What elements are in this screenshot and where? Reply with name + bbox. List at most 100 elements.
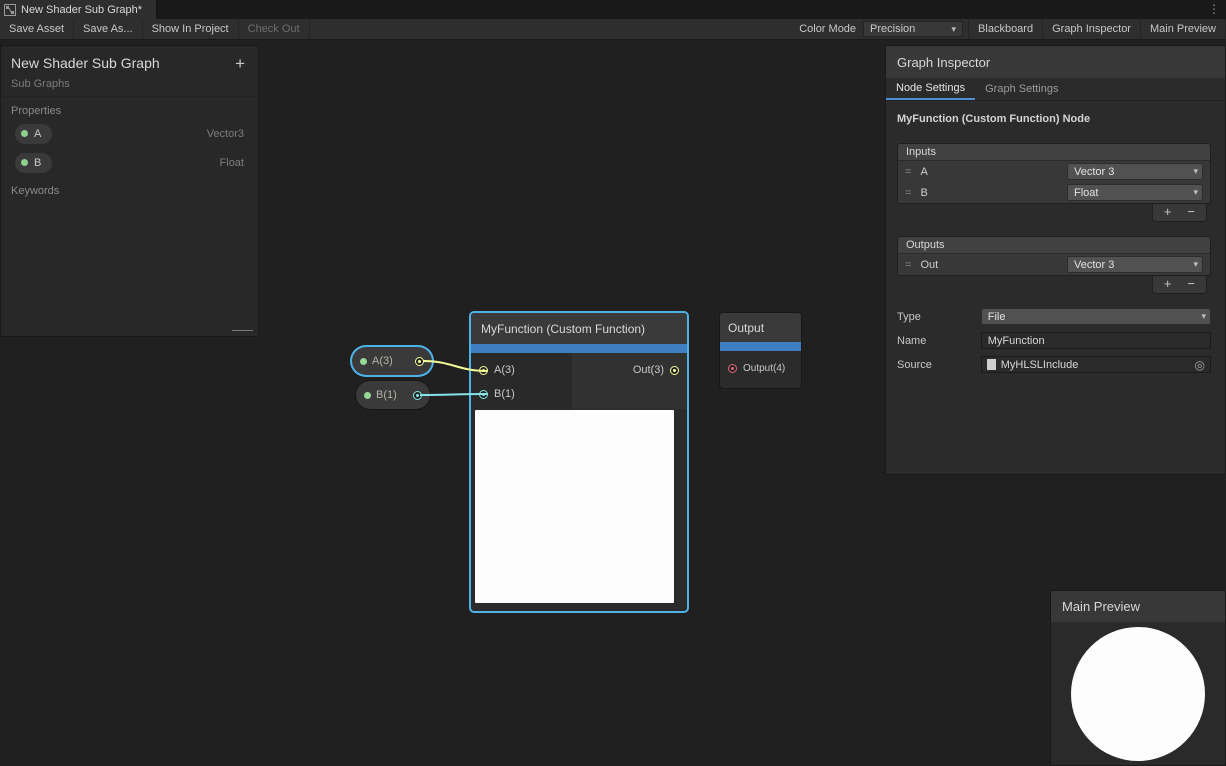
tab-shader-sub-graph[interactable]: New Shader Sub Graph* bbox=[0, 0, 157, 19]
inputs-list: Inputs = A Vector 3 ▾ = B Float ▾ bbox=[897, 143, 1211, 204]
port-a-input[interactable] bbox=[479, 366, 488, 375]
inspector-tabs: Node Settings Graph Settings bbox=[886, 78, 1225, 101]
custom-function-node[interactable]: MyFunction (Custom Function) A(3) B(1) O… bbox=[471, 313, 687, 611]
input-ports: A(3) B(1) bbox=[471, 353, 572, 409]
toolbar: Save Asset Save As... Show In Project Ch… bbox=[0, 19, 1226, 40]
node-title[interactable]: MyFunction (Custom Function) bbox=[471, 313, 687, 344]
add-input-button[interactable]: + bbox=[1164, 205, 1172, 219]
output-row-out[interactable]: = Out Vector 3 ▾ bbox=[898, 254, 1210, 275]
dropdown-value: Vector 3 bbox=[1074, 166, 1114, 178]
properties-section-label: Properties bbox=[1, 97, 258, 119]
source-value: MyHLSLInclude bbox=[1001, 359, 1079, 371]
dropdown-value: File bbox=[988, 311, 1006, 323]
chevron-down-icon: ▾ bbox=[1193, 259, 1198, 270]
blackboard-subtitle: Sub Graphs bbox=[11, 78, 248, 92]
node-preview-area bbox=[475, 410, 674, 603]
chevron-down-icon: ▾ bbox=[952, 24, 957, 35]
port-a-output[interactable] bbox=[415, 357, 424, 366]
output-node[interactable]: Output Output(4) bbox=[720, 313, 801, 388]
shader-graph-window: New Shader Sub Graph* ⋮ Save Asset Save … bbox=[0, 0, 1226, 766]
input-type-dropdown[interactable]: Vector 3 ▾ bbox=[1067, 163, 1203, 180]
input-row-a[interactable]: = A Vector 3 ▾ bbox=[898, 161, 1210, 182]
property-dot bbox=[21, 159, 28, 166]
graph-inspector-panel: Graph Inspector Node Settings Graph Sett… bbox=[885, 45, 1226, 475]
main-preview-title: Main Preview bbox=[1051, 591, 1225, 622]
outputs-list: Outputs = Out Vector 3 ▾ bbox=[897, 236, 1211, 276]
name-input[interactable]: MyFunction bbox=[981, 332, 1211, 349]
source-object-field[interactable]: MyHLSLInclude ◎ bbox=[981, 356, 1211, 373]
port-row-a: A(3) bbox=[471, 358, 572, 382]
graph-inspector-toggle-button[interactable]: Graph Inspector bbox=[1043, 19, 1141, 39]
drag-handle-icon[interactable]: = bbox=[905, 187, 911, 199]
port-label: B(1) bbox=[494, 388, 515, 400]
add-property-button[interactable]: + bbox=[235, 54, 245, 74]
property-node-a[interactable]: A(3) bbox=[352, 347, 432, 375]
input-type-dropdown[interactable]: Float ▾ bbox=[1067, 184, 1203, 201]
property-dot bbox=[360, 358, 367, 365]
tab-bar: New Shader Sub Graph* ⋮ bbox=[0, 0, 1226, 19]
save-as-button[interactable]: Save As... bbox=[74, 19, 143, 39]
property-row-b[interactable]: B Float bbox=[1, 148, 258, 177]
port-b-output[interactable] bbox=[413, 391, 422, 400]
blackboard-panel: New Shader Sub Graph Sub Graphs + Proper… bbox=[0, 45, 259, 337]
inputs-list-footer: + − bbox=[897, 204, 1207, 222]
toolbar-spacer bbox=[310, 19, 793, 39]
save-asset-button[interactable]: Save Asset bbox=[0, 19, 74, 39]
property-node-b[interactable]: B(1) bbox=[356, 381, 430, 409]
property-dot bbox=[21, 130, 28, 137]
main-preview-panel: Main Preview bbox=[1050, 590, 1226, 766]
shader-graph-icon bbox=[4, 4, 16, 16]
blackboard-toggle-button[interactable]: Blackboard bbox=[968, 19, 1043, 39]
dropdown-value: Vector 3 bbox=[1074, 259, 1114, 271]
add-output-button[interactable]: + bbox=[1164, 277, 1172, 291]
main-preview-toggle-button[interactable]: Main Preview bbox=[1141, 19, 1226, 39]
blackboard-title: New Shader Sub Graph bbox=[11, 55, 248, 71]
node-ports: Output(4) bbox=[720, 351, 801, 386]
drag-handle-icon[interactable]: = bbox=[905, 259, 911, 271]
port-label: Out(3) bbox=[633, 364, 664, 376]
outputs-footer-buttons: + − bbox=[1152, 276, 1207, 294]
port-output4-input[interactable] bbox=[728, 364, 737, 373]
chevron-down-icon: ▾ bbox=[1193, 187, 1198, 198]
name-field-row: Name MyFunction bbox=[897, 332, 1211, 349]
property-pill[interactable]: A bbox=[15, 124, 52, 144]
dropdown-value: Float bbox=[1074, 187, 1098, 199]
port-out-output[interactable] bbox=[670, 366, 679, 375]
window-menu-icon[interactable]: ⋮ bbox=[1208, 1, 1220, 18]
node-title[interactable]: Output bbox=[720, 313, 801, 342]
type-dropdown[interactable]: File ▾ bbox=[981, 308, 1211, 325]
port-label: Output(4) bbox=[743, 363, 785, 374]
resize-grip[interactable] bbox=[232, 330, 253, 331]
input-row-b[interactable]: = B Float ▾ bbox=[898, 182, 1210, 203]
input-name: B bbox=[920, 187, 1067, 199]
remove-input-button[interactable]: − bbox=[1187, 205, 1195, 219]
object-picker-icon[interactable]: ◎ bbox=[1195, 358, 1205, 372]
port-row-b: B(1) bbox=[471, 382, 572, 406]
node-ports: A(3) B(1) Out(3) bbox=[471, 353, 687, 409]
color-mode-dropdown[interactable]: Precision ▾ bbox=[863, 21, 963, 37]
node-heading: MyFunction (Custom Function) Node bbox=[897, 113, 1211, 125]
check-out-button: Check Out bbox=[239, 19, 310, 39]
show-in-project-button[interactable]: Show In Project bbox=[143, 19, 239, 39]
remove-output-button[interactable]: − bbox=[1187, 277, 1195, 291]
outputs-header: Outputs bbox=[898, 237, 1210, 254]
property-pill[interactable]: B bbox=[15, 153, 52, 173]
port-row-output4: Output(4) bbox=[720, 351, 801, 386]
port-b-input[interactable] bbox=[479, 390, 488, 399]
color-mode-value: Precision bbox=[870, 23, 915, 35]
inspector-body: MyFunction (Custom Function) Node Inputs… bbox=[886, 101, 1225, 373]
main-preview-viewport[interactable] bbox=[1051, 622, 1225, 765]
property-row-a[interactable]: A Vector3 bbox=[1, 119, 258, 148]
property-type: Vector3 bbox=[207, 128, 244, 140]
input-name: A bbox=[920, 166, 1067, 178]
inspector-title: Graph Inspector bbox=[886, 46, 1225, 78]
property-name: B bbox=[34, 157, 41, 169]
tab-node-settings[interactable]: Node Settings bbox=[886, 78, 975, 100]
output-type-dropdown[interactable]: Vector 3 ▾ bbox=[1067, 256, 1203, 273]
port-row-out: Out(3) bbox=[625, 358, 687, 382]
blackboard-header: New Shader Sub Graph Sub Graphs + bbox=[1, 46, 258, 97]
chevron-down-icon: ▾ bbox=[1193, 166, 1198, 177]
name-value: MyFunction bbox=[988, 335, 1045, 347]
tab-graph-settings[interactable]: Graph Settings bbox=[975, 78, 1068, 100]
drag-handle-icon[interactable]: = bbox=[905, 166, 911, 178]
